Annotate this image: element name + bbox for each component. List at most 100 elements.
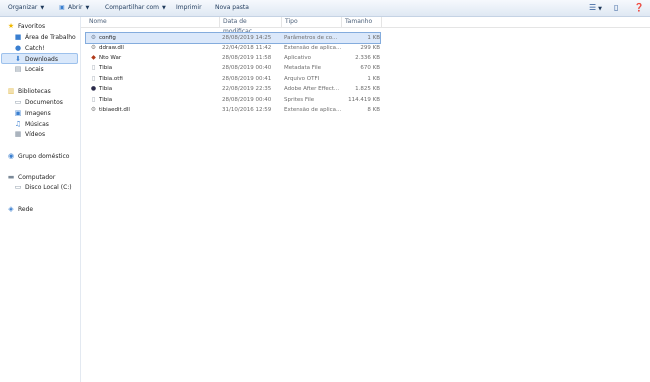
file-size: 1 KB <box>367 35 380 41</box>
file-name-cell: ⚙ ddraw.dll <box>90 43 218 53</box>
file-row[interactable]: ● Tibia 22/08/2019 22:35 Adobe After Effe… <box>86 84 380 94</box>
file-type: Arquivo OTFI <box>284 76 320 82</box>
nav-documents-label: Documentos <box>25 99 63 106</box>
file-date: 28/08/2019 14:25 <box>222 35 272 41</box>
file-name-cell: ● Tibia <box>90 84 218 94</box>
after-effects-file-icon: ● <box>90 85 97 92</box>
column-size[interactable]: Tamanho <box>342 17 382 27</box>
organize-label: Organizar <box>8 4 38 11</box>
videos-icon: ▦ <box>14 130 22 138</box>
file-size: 2.336 KB <box>355 55 380 61</box>
nav-local-disk[interactable]: ▭ Disco Local (C:) <box>14 182 72 193</box>
file-type: Sprites File <box>284 97 315 103</box>
file-name: tibiaedit.dll <box>99 107 130 113</box>
file-list: Nome Data de modificaç... Tipo Tamanho ⚙… <box>81 17 650 382</box>
chevron-down-icon: ▼ <box>40 5 45 11</box>
new-folder-button[interactable]: Nova pasta <box>215 3 249 13</box>
navigation-pane: ★ Favoritos ■ Área de Trabalho ● Catch! ⬇ Do… <box>0 17 81 382</box>
nav-network-label: Rede <box>18 206 34 213</box>
file-row[interactable]: ▯ Tibia.otfi 28/08/2019 00:41 Arquivo OTF… <box>86 74 380 84</box>
config-file-icon: ⚙ <box>90 34 97 41</box>
nav-homegroup[interactable]: ◉ Grupo doméstico <box>7 151 70 162</box>
file-name-cell: ◆ Nto War <box>90 53 218 63</box>
help-icon[interactable]: ❓ <box>634 3 644 13</box>
nav-network[interactable]: ◈ Rede <box>7 204 33 215</box>
file-name-cell: ▯ Tibia.otfi <box>90 74 218 84</box>
share-label: Compartilhar com <box>105 4 160 11</box>
folder-open-icon: ▣ <box>59 4 65 11</box>
file-row[interactable]: ⚙ config 28/08/2019 14:25 Parâmetros de c… <box>85 32 381 44</box>
nav-desktop-label: Área de Trabalho <box>25 34 76 41</box>
nav-downloads[interactable]: ⬇ Downloads <box>1 53 78 64</box>
column-name[interactable]: Nome <box>86 17 220 27</box>
view-options-icon[interactable]: ☰ ▼ <box>589 3 602 13</box>
file-size: 1.825 KB <box>355 86 380 92</box>
nav-downloads-label: Downloads <box>25 56 58 63</box>
preview-pane-icon[interactable]: ▯ <box>614 3 618 13</box>
nav-videos[interactable]: ▦ Vídeos <box>14 129 45 140</box>
drive-icon: ▭ <box>14 183 22 191</box>
nav-favorites[interactable]: ★ Favoritos <box>7 21 45 32</box>
file-date: 22/08/2019 22:35 <box>222 86 272 92</box>
file-name: Tibia <box>99 86 113 92</box>
file-icon: ▯ <box>91 75 96 82</box>
nav-local-disk-label: Disco Local (C:) <box>25 184 72 191</box>
app-icon: ◆ <box>91 54 96 61</box>
star-icon: ★ <box>7 22 15 30</box>
file-name-cell: ⚙ tibiaedit.dll <box>90 105 218 115</box>
file-name: Tibia <box>99 65 113 71</box>
recent-places-icon: ▤ <box>14 65 22 73</box>
file-date: 28/08/2019 00:40 <box>222 97 272 103</box>
nav-libraries[interactable]: ▥ Bibliotecas <box>7 86 51 97</box>
open-label: Abrir <box>68 4 83 11</box>
dll-file-icon: ⚙ <box>90 44 97 51</box>
file-icon: ▯ <box>91 64 96 71</box>
images-icon: ▣ <box>14 109 22 117</box>
share-button[interactable]: Compartilhar com ▼ <box>105 3 166 13</box>
nav-computer-label: Computador <box>18 174 56 181</box>
file-row[interactable]: ⚙ tibiaedit.dll 31/10/2016 12:59 Extensão… <box>86 105 380 115</box>
file-size: 8 KB <box>367 107 380 113</box>
file-name-cell: ⚙ config <box>90 33 218 43</box>
file-size: 670 KB <box>360 65 380 71</box>
file-name: ddraw.dll <box>99 45 124 51</box>
file-name-cell: ▯ Tibia <box>90 63 218 73</box>
file-type: Extensão de aplica... <box>284 107 342 113</box>
file-name: Tibia.otfi <box>99 76 123 82</box>
file-icon: ▯ <box>91 96 96 103</box>
file-row[interactable]: ⚙ ddraw.dll 22/04/2018 11:42 Extensão de … <box>86 43 380 53</box>
chevron-down-icon: ▼ <box>85 5 90 11</box>
nav-catch-label: Catch! <box>25 45 45 52</box>
nav-homegroup-label: Grupo doméstico <box>18 153 70 160</box>
file-date: 28/08/2019 00:41 <box>222 76 272 82</box>
nav-music-label: Músicas <box>25 121 49 128</box>
command-bar: Organizar ▼ ▣ Abrir ▼ Compartilhar com ▼ Imp… <box>0 0 650 17</box>
file-date: 22/04/2018 11:42 <box>222 45 272 51</box>
nav-desktop[interactable]: ■ Área de Trabalho <box>14 32 76 43</box>
libraries-icon: ▥ <box>7 87 15 95</box>
network-icon: ◈ <box>8 205 14 213</box>
file-type: Aplicativo <box>284 55 312 61</box>
nav-images-label: Imagens <box>25 110 51 117</box>
organize-button[interactable]: Organizar ▼ <box>8 3 44 13</box>
file-row[interactable]: ◆ Nto War 28/08/2019 11:58 Aplicativo 2.3… <box>86 53 380 63</box>
nav-documents[interactable]: ▭ Documentos <box>14 97 63 108</box>
file-row[interactable]: ▯ Tibia 28/08/2019 00:40 Sprites File 114… <box>86 95 380 105</box>
column-type[interactable]: Tipo <box>282 17 342 27</box>
file-type: Parâmetros de co... <box>284 35 338 41</box>
nav-images[interactable]: ▣ Imagens <box>14 108 51 119</box>
print-button[interactable]: Imprimir <box>176 3 202 13</box>
open-button[interactable]: ▣ Abrir ▼ <box>58 3 89 13</box>
chevron-down-icon: ▼ <box>162 5 166 11</box>
nav-favorites-label: Favoritos <box>18 23 46 30</box>
column-header: Nome Data de modificaç... Tipo Tamanho <box>81 17 650 35</box>
documents-icon: ▭ <box>14 98 22 106</box>
file-name: Nto War <box>99 55 122 61</box>
file-date: 31/10/2016 12:59 <box>222 107 272 113</box>
nav-places[interactable]: ▤ Locais <box>14 64 44 75</box>
file-size: 1 KB <box>367 76 380 82</box>
column-date[interactable]: Data de modificaç... <box>220 17 282 35</box>
file-row[interactable]: ▯ Tibia 28/08/2019 00:40 Metadata File 67… <box>86 63 380 73</box>
file-size: 299 KB <box>360 45 380 51</box>
file-type: Adobe After Effect... <box>284 86 340 92</box>
